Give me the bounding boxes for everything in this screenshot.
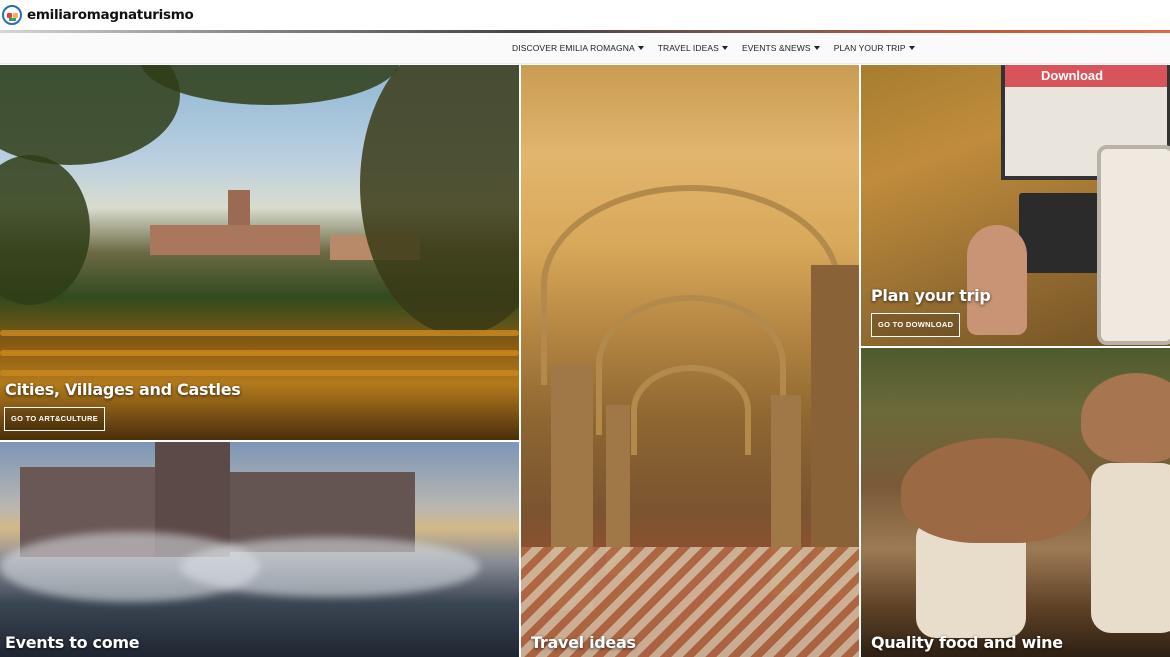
caret-down-icon	[637, 46, 644, 50]
site-logo[interactable]: emiliaromagnaturismo	[2, 4, 194, 26]
tile-cities-villages-castles[interactable]: Cities, Villages and Castles GO TO ART&C…	[0, 65, 519, 440]
download-screen-heading: Download	[1041, 68, 1104, 83]
tile-travel-ideas[interactable]: Travel ideas	[521, 65, 859, 657]
caret-down-icon	[813, 46, 820, 50]
nav-item-label: DISCOVER EMILIA ROMAGNA	[512, 43, 635, 53]
nav-item-label: TRAVEL IDEAS	[657, 43, 719, 53]
nav-item-events-news[interactable]: EVENTS &NEWS	[742, 43, 820, 53]
nav-item-label: PLAN YOUR TRIP	[833, 43, 906, 53]
tile-quality-food-wine[interactable]: Quality food and wine	[861, 348, 1170, 657]
main-nav: DISCOVER EMILIA ROMAGNA TRAVEL IDEAS EVE…	[0, 33, 1170, 64]
caret-down-icon	[721, 46, 728, 50]
tile-title: Travel ideas	[531, 633, 636, 652]
nav-item-plan-trip[interactable]: PLAN YOUR TRIP	[834, 43, 915, 53]
top-header: emiliaromagnaturismo	[0, 0, 1170, 30]
logo-text: emiliaromagnaturismo	[27, 7, 194, 23]
tile-title: Cities, Villages and Castles	[5, 380, 241, 399]
caret-down-icon	[908, 46, 915, 50]
go-to-art-culture-button[interactable]: GO TO ART&CULTURE	[4, 407, 106, 431]
tile-title: Plan your trip	[871, 286, 991, 305]
tile-events-to-come[interactable]: Events to come	[0, 442, 519, 657]
nav-item-discover[interactable]: DISCOVER EMILIA ROMAGNA	[512, 43, 644, 53]
emilia-romagna-logo-icon	[2, 5, 22, 25]
nav-item-label: EVENTS &NEWS	[741, 43, 811, 53]
tile-title: Quality food and wine	[871, 633, 1063, 652]
nav-item-travel-ideas[interactable]: TRAVEL IDEAS	[658, 43, 728, 53]
tile-plan-your-trip[interactable]: Download Plan your trip GO TO DOWNLOAD	[861, 65, 1170, 346]
go-to-download-button[interactable]: GO TO DOWNLOAD	[871, 313, 961, 337]
tile-title: Events to come	[5, 633, 140, 652]
